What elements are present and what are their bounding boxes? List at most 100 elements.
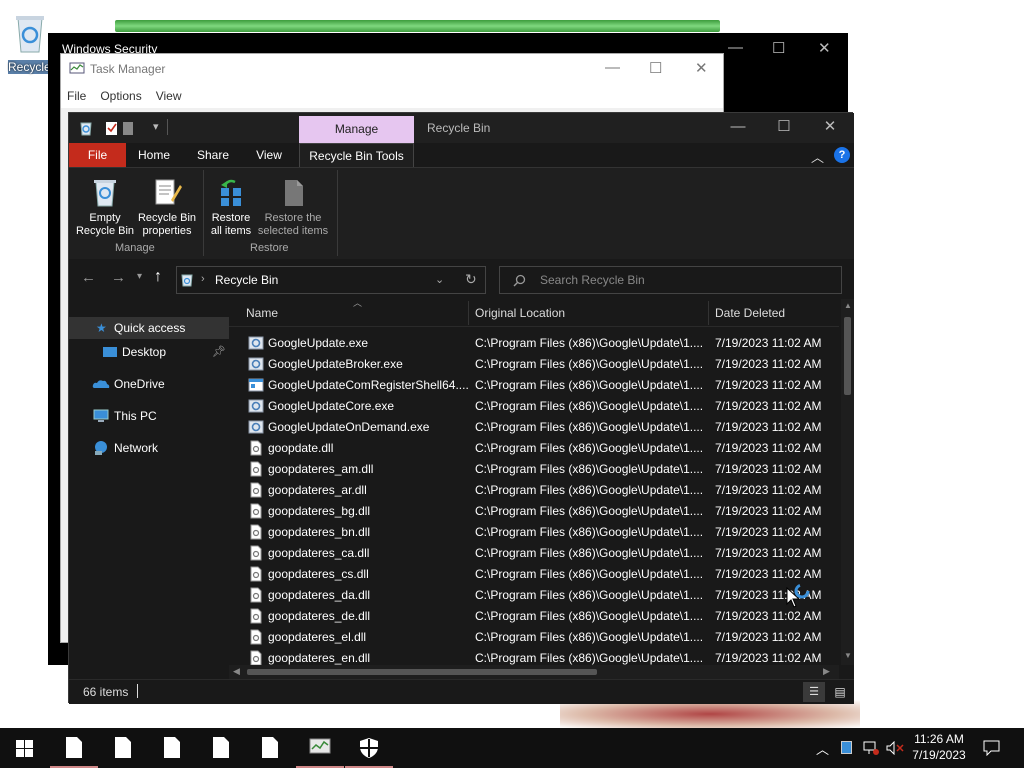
file-row[interactable]: goopdateres_el.dll C:\Program Files (x86)… — [229, 627, 839, 648]
column-divider[interactable] — [708, 301, 709, 325]
vertical-scroll-thumb[interactable] — [844, 317, 851, 395]
vertical-scrollbar[interactable]: ▲ ▼ — [841, 299, 854, 665]
column-header-date[interactable]: Date Deleted — [715, 306, 785, 320]
restore-selected-items-button[interactable]: Restore the selected items — [257, 174, 329, 238]
details-view-icon[interactable]: ☰ — [803, 682, 825, 702]
collapse-ribbon-icon[interactable]: ︿ — [811, 147, 824, 166]
dll-file-icon — [248, 650, 264, 666]
taskbar-app-document[interactable] — [148, 728, 196, 768]
large-icons-view-icon[interactable]: ▤ — [829, 682, 851, 702]
horizontal-scrollbar[interactable]: ◀ ▶ — [229, 665, 839, 679]
tab-view[interactable]: View — [247, 143, 291, 167]
quick-access-toolbar-icon[interactable] — [103, 120, 137, 136]
close-icon[interactable]: ✕ — [695, 59, 708, 77]
refresh-icon[interactable]: ↻ — [465, 271, 477, 288]
taskbar-app-task-manager[interactable] — [296, 728, 344, 768]
column-divider[interactable] — [468, 301, 469, 325]
file-row[interactable]: goopdateres_ca.dll C:\Program Files (x86)… — [229, 543, 839, 564]
tab-recycle-bin-tools[interactable]: Recycle Bin Tools — [299, 143, 414, 167]
up-arrow-icon[interactable]: ↑ — [154, 268, 162, 286]
taskbar-app-document[interactable] — [197, 728, 245, 768]
search-box[interactable]: Search Recycle Bin — [499, 266, 842, 294]
nav-network[interactable]: Network — [69, 437, 229, 459]
column-header-name[interactable]: Name — [246, 306, 278, 320]
file-name: GoogleUpdateCore.exe — [268, 399, 395, 413]
minimize-icon[interactable]: — — [605, 59, 620, 76]
file-name: goopdate.dll — [268, 441, 334, 455]
nav-onedrive[interactable]: OneDrive — [69, 373, 229, 395]
close-icon[interactable]: ✕ — [818, 39, 831, 57]
taskbar-clock[interactable]: 11:26 AM 7/19/2023 — [900, 731, 978, 763]
empty-recycle-bin-button[interactable]: Empty Recycle Bin — [73, 174, 137, 238]
file-row[interactable]: goopdate.dll C:\Program Files (x86)\Googl… — [229, 438, 839, 459]
file-row[interactable]: goopdateres_de.dll C:\Program Files (x86)… — [229, 606, 839, 627]
action-center-icon[interactable] — [983, 740, 1000, 756]
file-name: goopdateres_ca.dll — [268, 546, 370, 560]
file-original-location: C:\Program Files (x86)\Google\Update\1..… — [475, 588, 703, 602]
taskbar-app-windows-security[interactable] — [345, 728, 393, 768]
nav-this-pc[interactable]: This PC — [69, 405, 229, 427]
file-row[interactable]: goopdateres_ar.dll C:\Program Files (x86)… — [229, 480, 839, 501]
scroll-right-icon[interactable]: ▶ — [823, 666, 830, 677]
file-row[interactable]: goopdateres_bg.dll C:\Program Files (x86)… — [229, 501, 839, 522]
taskbar-app-document[interactable] — [246, 728, 294, 768]
taskbar-app-document[interactable] — [50, 728, 98, 768]
file-original-location: C:\Program Files (x86)\Google\Update\1..… — [475, 336, 703, 350]
file-row[interactable]: goopdateres_da.dll C:\Program Files (x86)… — [229, 585, 839, 606]
restore-all-items-button[interactable]: Restore all items — [205, 174, 257, 238]
help-icon[interactable]: ? — [834, 147, 850, 163]
file-date-deleted: 7/19/2023 11:02 AM — [715, 336, 822, 350]
nav-desktop[interactable]: Desktop 📌︎ — [69, 341, 229, 363]
manage-context-tab[interactable]: Manage — [299, 116, 414, 143]
tab-home[interactable]: Home — [131, 143, 177, 167]
pin-icon[interactable]: 📌︎ — [212, 341, 226, 363]
minimize-icon[interactable]: — — [715, 113, 761, 143]
recent-locations-icon[interactable]: ▾ — [137, 271, 142, 282]
nav-quick-access[interactable]: ★ Quick access — [69, 317, 229, 339]
file-name: goopdateres_da.dll — [268, 588, 371, 602]
file-name: goopdateres_bn.dll — [268, 525, 371, 539]
file-row[interactable]: GoogleUpdate.exe C:\Program Files (x86)\G… — [229, 333, 839, 354]
show-hidden-icons-chevron-icon[interactable]: ︿ — [816, 739, 829, 758]
address-bar-row: ← → ▾ ↑ › Recycle Bin ⌄ ↻ Search Recycle… — [69, 259, 854, 299]
scroll-up-icon[interactable]: ▲ — [844, 301, 852, 310]
recycle-bin-properties-button[interactable]: Recycle Bin properties — [135, 174, 199, 238]
customize-toolbar-icon[interactable]: ▾ — [153, 120, 159, 133]
close-icon[interactable]: ✕ — [807, 113, 853, 143]
tab-file[interactable]: File — [69, 143, 126, 167]
file-original-location: C:\Program Files (x86)\Google\Update\1..… — [475, 525, 703, 539]
taskbar-app-document[interactable] — [99, 728, 147, 768]
tray-app-icon[interactable] — [841, 741, 852, 754]
back-arrow-icon[interactable]: ← — [81, 269, 96, 286]
file-date-deleted: 7/19/2023 11:02 AM — [715, 357, 822, 371]
minimize-icon[interactable]: — — [728, 39, 743, 56]
file-row[interactable]: GoogleUpdateOnDemand.exe C:\Program Files… — [229, 417, 839, 438]
start-button[interactable] — [0, 728, 48, 768]
horizontal-scroll-thumb[interactable] — [247, 669, 597, 675]
file-name: GoogleUpdateBroker.exe — [268, 357, 403, 371]
maximize-icon[interactable]: ☐ — [772, 39, 785, 57]
file-row[interactable]: goopdateres_cs.dll C:\Program Files (x86)… — [229, 564, 839, 585]
scroll-down-icon[interactable]: ▼ — [844, 651, 852, 660]
column-header-location[interactable]: Original Location — [475, 306, 565, 320]
maximize-icon[interactable]: ☐ — [761, 113, 807, 143]
forward-arrow-icon[interactable]: → — [111, 269, 126, 286]
file-row[interactable]: GoogleUpdateCore.exe C:\Program Files (x8… — [229, 396, 839, 417]
dll-file-icon — [248, 503, 264, 519]
file-row[interactable]: GoogleUpdateBroker.exe C:\Program Files (… — [229, 354, 839, 375]
file-row[interactable]: goopdateres_bn.dll C:\Program Files (x86)… — [229, 522, 839, 543]
file-row[interactable]: goopdateres_am.dll C:\Program Files (x86)… — [229, 459, 839, 480]
scroll-left-icon[interactable]: ◀ — [233, 666, 240, 677]
file-original-location: C:\Program Files (x86)\Google\Update\1..… — [475, 567, 703, 581]
maximize-icon[interactable]: ☐ — [649, 59, 662, 77]
menu-view[interactable]: View — [156, 89, 182, 103]
dll-file-icon — [248, 608, 264, 624]
menu-file[interactable]: File — [67, 89, 86, 103]
tab-share[interactable]: Share — [191, 143, 235, 167]
address-bar[interactable]: › Recycle Bin ⌄ ↻ — [176, 266, 486, 294]
file-row[interactable]: GoogleUpdateComRegisterShell64.... C:\Pro… — [229, 375, 839, 396]
network-status-icon[interactable] — [863, 741, 879, 755]
address-dropdown-icon[interactable]: ⌄ — [435, 273, 444, 286]
task-manager-icon — [309, 738, 331, 754]
menu-options[interactable]: Options — [100, 89, 141, 103]
